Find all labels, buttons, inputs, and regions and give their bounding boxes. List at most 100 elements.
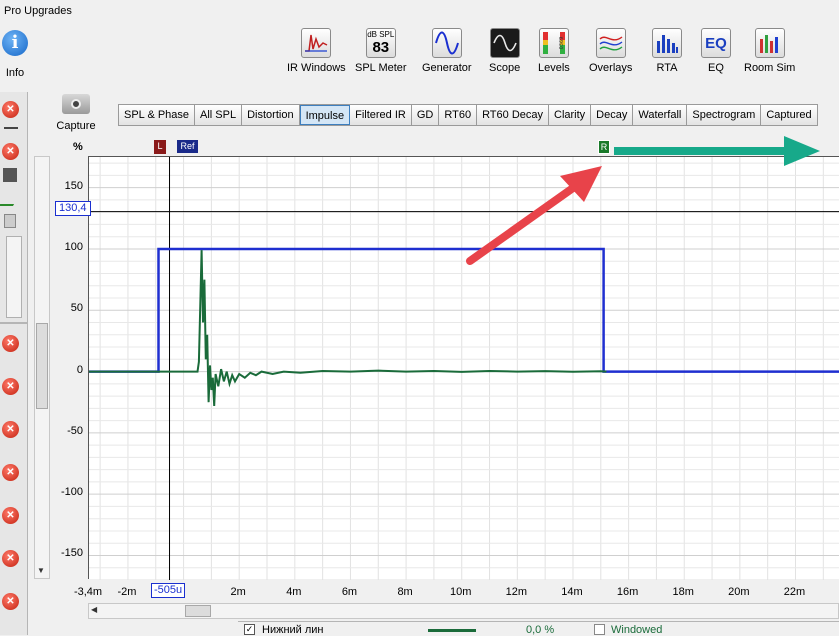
x-tick-label: 12m: [505, 586, 528, 598]
levels-label: Levels: [538, 62, 570, 74]
y-tick-label: 100: [64, 240, 83, 253]
info-icon: i: [2, 30, 28, 56]
x-scrollbar-thumb[interactable]: [185, 605, 211, 617]
remove-measurement-icon[interactable]: ✕: [2, 507, 19, 524]
tab-spectrogram[interactable]: Spectrogram: [687, 105, 762, 125]
remove-measurement-icon[interactable]: ✕: [2, 335, 19, 352]
capture-label: Capture: [56, 120, 96, 132]
y-tick-label: -100: [60, 486, 83, 499]
remove-measurement-icon[interactable]: ✕: [2, 378, 19, 395]
scroll-left-arrow-icon[interactable]: ◀: [91, 605, 97, 614]
remove-measurement-icon[interactable]: ✕: [2, 143, 19, 160]
ir-windows-button[interactable]: IR Windows: [287, 28, 346, 74]
capture-button[interactable]: Capture: [56, 94, 96, 132]
y-unit-label: %: [73, 141, 83, 153]
cursor-x-readout: -505u: [151, 583, 186, 598]
tab-rt60[interactable]: RT60: [439, 105, 478, 125]
rta-button[interactable]: RTA: [652, 28, 682, 74]
tab-waterfall[interactable]: Waterfall: [633, 105, 688, 125]
measurement-list-scrollbar[interactable]: [6, 236, 22, 318]
tab-distortion[interactable]: Distortion: [242, 105, 300, 125]
room-sim-icon: [754, 28, 785, 58]
marker-l[interactable]: L: [154, 140, 166, 154]
x-scrollbar[interactable]: ◀: [88, 603, 839, 619]
menu-bar: Pro Upgrades: [0, 0, 839, 22]
room-sim-label: Room Sim: [744, 62, 796, 74]
rta-label: RTA: [656, 62, 678, 74]
x-tick-label: 14m: [561, 586, 583, 598]
tab-decay[interactable]: Decay: [591, 105, 634, 125]
remove-measurement-icon[interactable]: ✕: [2, 101, 19, 118]
impulse-chart: [89, 157, 839, 580]
x-tick-label: 22m: [783, 586, 806, 598]
remove-measurement-icon[interactable]: ✕: [2, 593, 19, 610]
remove-measurement-icon[interactable]: ✕: [2, 550, 19, 567]
measurement-percent: 0,0 %: [526, 624, 555, 636]
overlays-button[interactable]: Overlays: [589, 28, 632, 74]
x-tick-label: 2m: [230, 586, 246, 598]
measurement-visible-checkbox[interactable]: ✓: [244, 624, 255, 635]
generator-label: Generator: [422, 62, 472, 74]
notes-icon[interactable]: [4, 214, 16, 228]
y-tick-label: 150: [64, 179, 83, 192]
y-tick-label: 50: [70, 302, 83, 315]
spl-meter-button[interactable]: dB SPL 83 SPL Meter: [355, 28, 407, 74]
marker-ref[interactable]: Ref: [177, 140, 198, 153]
x-tick-label: 20m: [728, 586, 750, 598]
rta-bars-icon: [652, 28, 682, 58]
eq-icon: EQ: [701, 28, 731, 58]
tab-filtered-ir[interactable]: Filtered IR: [350, 105, 412, 125]
x-tick-label: 10m: [450, 586, 472, 598]
level-meter-icon: 0369: [538, 28, 569, 58]
measurement-panel: ✕ ✕ ✕ ✕ ✕ ✕ ✕ ✕ ✕: [0, 92, 28, 635]
remove-measurement-icon[interactable]: ✕: [2, 464, 19, 481]
levels-button[interactable]: 0369 Levels: [538, 28, 570, 74]
tab-gd[interactable]: GD: [411, 105, 440, 125]
impulse-plot[interactable]: [88, 156, 839, 580]
eq-label: EQ: [708, 62, 724, 74]
menu-pro-upgrades[interactable]: Pro Upgrades: [4, 5, 72, 17]
cursor-y-readout: 130,4: [55, 201, 91, 216]
remove-measurement-icon[interactable]: ✕: [2, 421, 19, 438]
y-tick-label: -50: [67, 424, 83, 437]
x-tick-label: -2m: [117, 586, 137, 598]
x-tick-label: 16m: [616, 586, 639, 598]
measurement-legend: ✓ Нижний лин 0,0 % Windowed: [238, 621, 839, 636]
room-sim-button[interactable]: Room Sim: [744, 28, 795, 74]
tab-captured[interactable]: Captured: [761, 105, 817, 125]
tab-spl-phase[interactable]: SPL & Phase: [119, 105, 196, 125]
measurement-color-swatch: [428, 629, 476, 632]
ir-windows-icon: [301, 28, 332, 58]
tab-impulse[interactable]: Impulse: [299, 105, 351, 125]
edit-pen-icon[interactable]: [0, 192, 22, 206]
scope-button[interactable]: Scope: [489, 28, 520, 74]
oscilloscope-icon: [489, 28, 520, 58]
spl-meter-value: 83: [372, 39, 390, 56]
info-button[interactable]: i Info: [2, 30, 28, 79]
camera-icon: [62, 94, 90, 114]
sine-wave-icon: [431, 28, 462, 58]
divider: [0, 322, 28, 324]
eq-button[interactable]: EQ EQ: [701, 28, 731, 74]
y-scrollbar[interactable]: ▼: [34, 156, 50, 579]
measurement-line-icon: [4, 125, 18, 129]
overlays-icon: [595, 28, 626, 58]
generator-button[interactable]: Generator: [422, 28, 472, 74]
tab-all-spl[interactable]: All SPL: [195, 105, 243, 125]
overlays-label: Overlays: [589, 62, 633, 74]
tab-rt60-decay[interactable]: RT60 Decay: [477, 105, 549, 125]
marker-r[interactable]: R: [598, 140, 610, 154]
tab-clarity[interactable]: Clarity: [549, 105, 592, 125]
y-scrollbar-thumb[interactable]: [36, 323, 48, 409]
x-tick-label: 8m: [397, 586, 413, 598]
windowed-checkbox[interactable]: [594, 624, 605, 635]
svg-text:0369: 0369: [559, 37, 565, 50]
info-label: Info: [5, 67, 25, 79]
scroll-down-arrow-icon[interactable]: ▼: [37, 566, 45, 575]
x-tick-label: 18m: [672, 586, 694, 598]
scope-label: Scope: [489, 62, 521, 74]
save-icon[interactable]: [3, 168, 17, 182]
y-tick-label: -150: [60, 547, 83, 560]
x-tick-label: 4m: [286, 586, 302, 598]
eq-icon-text: EQ: [705, 34, 727, 52]
